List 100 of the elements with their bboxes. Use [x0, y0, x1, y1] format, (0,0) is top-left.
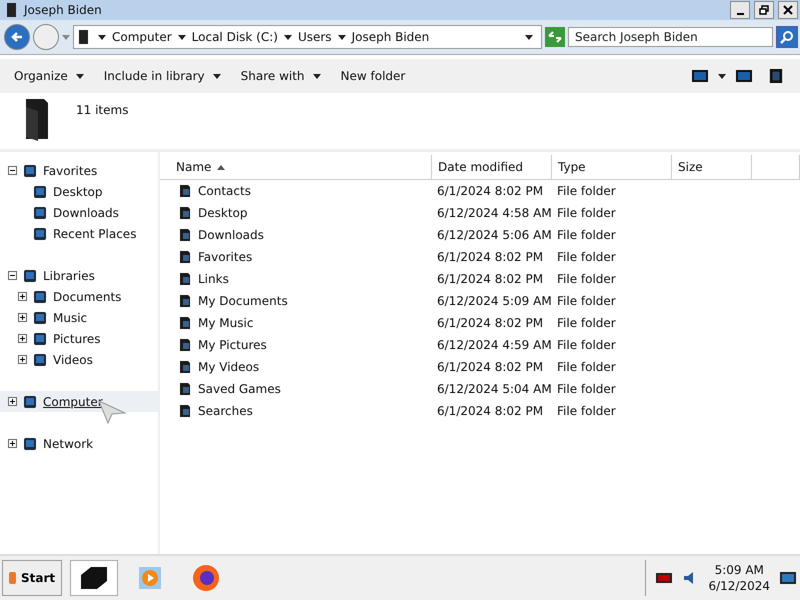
file-row[interactable]: My Pictures 6/12/2024 4:59 AM File folder — [160, 334, 800, 356]
type-cell-text: File folder — [556, 360, 617, 374]
tray-icon[interactable] — [656, 570, 672, 586]
caret-icon[interactable] — [178, 34, 186, 40]
breadcrumb[interactable]: Joseph Biden — [352, 30, 430, 44]
sidebar-item[interactable]: Documents — [0, 286, 158, 307]
file-name: My Pictures — [198, 338, 267, 352]
expander-icon[interactable] — [18, 355, 27, 364]
column-header[interactable]: Name — [160, 155, 432, 179]
type-cell-text: File folder — [556, 338, 617, 352]
date-cell-text: 6/1/2024 8:02 PM — [436, 316, 544, 330]
file-row[interactable]: Links 6/1/2024 8:02 PM File folder — [160, 268, 800, 290]
file-name: Downloads — [198, 228, 264, 242]
file-row[interactable]: Downloads 6/12/2024 5:06 AM File folder — [160, 224, 800, 246]
restore-icon — [759, 5, 769, 15]
sidebar-item[interactable]: Computer — [0, 391, 158, 412]
file-name: Favorites — [198, 250, 252, 264]
search-icon — [780, 30, 794, 44]
browser-icon — [191, 563, 222, 593]
file-row[interactable]: Saved Games 6/12/2024 5:04 AM File folder — [160, 378, 800, 400]
taskbar-app-button[interactable] — [70, 560, 118, 596]
expander-icon[interactable] — [18, 313, 27, 322]
preview-pane-icon[interactable] — [736, 69, 752, 83]
column-header[interactable]: Date modified — [432, 155, 552, 179]
expander-icon[interactable] — [8, 397, 17, 406]
forward-button[interactable] — [33, 24, 59, 50]
file-name: My Music — [198, 316, 254, 330]
caret-icon[interactable] — [718, 74, 726, 78]
expander-icon[interactable] — [18, 334, 27, 343]
file-row[interactable]: My Videos 6/1/2024 8:02 PM File folder — [160, 356, 800, 378]
item-count: 11 items — [76, 103, 128, 117]
sidebar-item[interactable]: Recent Places — [0, 223, 158, 244]
restore-button[interactable] — [754, 1, 774, 19]
sidebar-item[interactable]: Pictures — [0, 328, 158, 349]
type-cell-text: File folder — [556, 272, 617, 286]
breadcrumb[interactable]: Local Disk (C:) — [192, 30, 278, 44]
date-cell-text: 6/1/2024 8:02 PM — [436, 404, 544, 418]
sidebar-item[interactable]: Favorites — [0, 160, 158, 181]
start-button[interactable]: Start — [2, 560, 62, 596]
caret-icon[interactable] — [338, 34, 346, 40]
type-cell-text: File folder — [556, 404, 617, 418]
type-cell-text: File folder — [556, 294, 617, 308]
sidebar-item[interactable]: Music — [0, 307, 158, 328]
back-arrow-icon — [10, 30, 24, 44]
file-name: Saved Games — [198, 382, 281, 396]
toolbar-button[interactable]: Share with — [232, 65, 329, 87]
expander-icon[interactable] — [18, 292, 27, 301]
breadcrumb[interactable]: Computer — [112, 30, 172, 44]
search-button[interactable] — [776, 26, 798, 48]
sidebar-item[interactable]: Libraries — [0, 265, 158, 286]
date-cell-text: 6/12/2024 4:59 AM — [436, 338, 552, 352]
view-icon[interactable] — [692, 69, 708, 83]
expander-icon[interactable] — [8, 439, 17, 448]
address-bar[interactable]: Computer Local Disk (C:) Users Joseph Biden — [73, 25, 542, 49]
file-name: Links — [198, 272, 229, 286]
date-cell-text: 6/1/2024 8:02 PM — [436, 360, 544, 374]
show-desktop-icon[interactable] — [780, 570, 796, 586]
column-header[interactable]: Type — [552, 155, 672, 179]
help-icon[interactable] — [768, 69, 784, 83]
close-button[interactable] — [778, 1, 798, 19]
search-field[interactable]: Search Joseph Biden — [568, 27, 773, 47]
file-row[interactable]: Contacts 6/1/2024 8:02 PM File folder — [160, 180, 800, 202]
date-cell-text: 6/1/2024 8:02 PM — [436, 272, 544, 286]
file-row[interactable]: Favorites 6/1/2024 8:02 PM File folder — [160, 246, 800, 268]
breadcrumb[interactable]: Users — [298, 30, 332, 44]
refresh-icon[interactable] — [545, 27, 565, 47]
expander-icon[interactable] — [8, 271, 17, 280]
sidebar-item[interactable]: Videos — [0, 349, 158, 370]
sidebar-item[interactable]: Downloads — [0, 202, 158, 223]
date-cell-text: 6/12/2024 4:58 AM — [436, 206, 552, 220]
type-cell-text: File folder — [556, 382, 617, 396]
toolbar-button[interactable]: Include in library — [96, 65, 229, 87]
file-name: Contacts — [198, 184, 251, 198]
type-cell-text: File folder — [556, 250, 617, 264]
sidebar-item[interactable]: Desktop — [0, 181, 158, 202]
file-row[interactable]: Searches 6/1/2024 8:02 PM File folder — [160, 400, 800, 422]
file-row[interactable]: My Documents 6/12/2024 5:09 AM File folder — [160, 290, 800, 312]
toolbar-button[interactable]: Organize — [6, 65, 92, 87]
file-name: Searches — [198, 404, 253, 418]
expander-icon[interactable] — [8, 166, 17, 175]
close-icon — [783, 5, 793, 15]
media-player-icon — [137, 565, 164, 591]
sidebar-item[interactable]: Network — [0, 433, 158, 454]
minimize-button[interactable] — [730, 1, 750, 19]
column-header[interactable]: Size — [672, 155, 752, 179]
type-cell-text: File folder — [556, 316, 617, 330]
type-cell-text: File folder — [556, 184, 617, 198]
clock-date: 6/12/2024 — [708, 578, 770, 594]
window-title: Joseph Biden — [24, 3, 102, 17]
caret-icon[interactable] — [98, 34, 106, 40]
file-name: Desktop — [198, 206, 248, 220]
caret-icon[interactable] — [284, 34, 292, 40]
toolbar-button[interactable]: New folder — [332, 65, 414, 87]
type-cell-text: File folder — [556, 206, 617, 220]
caret-icon[interactable] — [525, 34, 533, 40]
clock-time: 5:09 AM — [714, 562, 764, 578]
file-row[interactable]: My Music 6/1/2024 8:02 PM File folder — [160, 312, 800, 334]
back-button[interactable] — [4, 24, 30, 50]
file-row[interactable]: Desktop 6/12/2024 4:58 AM File folder — [160, 202, 800, 224]
minimize-icon — [736, 12, 744, 14]
